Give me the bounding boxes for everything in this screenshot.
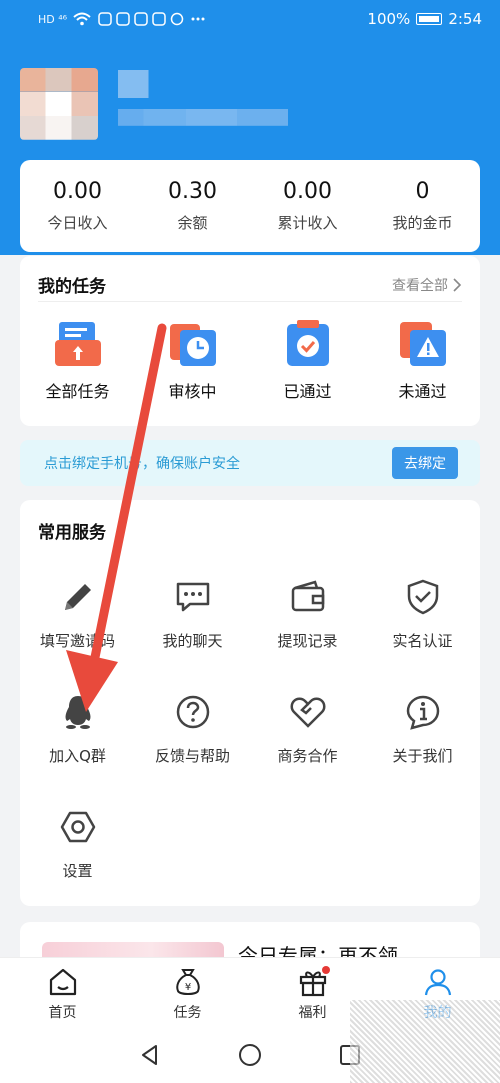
service-label: 我的聊天	[162, 632, 223, 650]
avatar[interactable]	[20, 68, 98, 140]
network-indicator: HD ⁴⁶	[38, 12, 68, 26]
task-label: 全部任务	[45, 382, 110, 401]
tab-tasks[interactable]: ¥ 任务	[125, 958, 250, 1027]
stat-value: 0.30	[168, 179, 217, 204]
task-label: 审核中	[168, 382, 217, 401]
service-real-name[interactable]: 实名认证	[365, 578, 480, 651]
handshake-icon	[290, 697, 325, 728]
bind-phone-banner: 点击绑定手机号，确保账户安全 去绑定	[20, 440, 480, 486]
chevron-right-icon	[453, 277, 462, 292]
clock-time: 2:54	[448, 10, 482, 28]
tasks-title: 我的任务	[38, 277, 106, 297]
app-notification-icons	[98, 12, 205, 26]
home-circle-icon[interactable]	[237, 1042, 263, 1068]
tab-label: 福利	[298, 1005, 327, 1021]
service-join-qq-group[interactable]: 加入Q群	[20, 693, 135, 766]
task-reviewing[interactable]: 审核中	[135, 318, 250, 402]
status-right: 100% 2:54	[367, 10, 482, 28]
question-icon	[176, 695, 209, 729]
view-all-label: 查看全部	[392, 277, 448, 294]
service-settings[interactable]: 设置	[20, 808, 135, 881]
stat-today-income[interactable]: 0.00 今日收入	[20, 160, 135, 252]
penguin-icon	[65, 696, 90, 729]
task-rejected[interactable]: 未通过	[365, 318, 480, 402]
pencil-icon	[64, 584, 91, 610]
service-my-chat[interactable]: 我的聊天	[135, 578, 250, 651]
service-withdraw-records[interactable]: 提现记录	[250, 578, 365, 651]
task-status-row: 全部任务 审核中 已通过 未通过	[20, 318, 480, 402]
service-label: 加入Q群	[49, 747, 106, 765]
stat-label: 余额	[177, 214, 208, 232]
profile-name-blurred	[118, 70, 288, 126]
common-services-card: 常用服务 填写邀请码 我的聊天 提现记录 实名认证 加入Q群 反馈与帮助 商务合…	[20, 500, 480, 906]
task-label: 已通过	[283, 382, 332, 401]
service-about-us[interactable]: 关于我们	[365, 693, 480, 766]
tasks-header: 我的任务 查看全部	[38, 268, 462, 302]
gear-icon	[60, 811, 95, 843]
service-label: 实名认证	[392, 632, 453, 650]
chat-icon	[176, 582, 209, 612]
stat-label: 累计收入	[277, 214, 338, 232]
service-label: 提现记录	[277, 632, 338, 650]
tab-home[interactable]: 首页	[0, 958, 125, 1027]
service-feedback-help[interactable]: 反馈与帮助	[135, 693, 250, 766]
service-invite-code[interactable]: 填写邀请码	[20, 578, 135, 651]
stat-value: 0.00	[283, 179, 332, 204]
tab-label: 任务	[173, 1005, 202, 1021]
back-icon[interactable]	[137, 1042, 163, 1068]
view-all-link[interactable]: 查看全部	[392, 275, 462, 295]
earnings-stats-card: 0.00 今日收入 0.30 余额 0.00 累计收入 0 我的金币	[20, 160, 480, 252]
bind-phone-button[interactable]: 去绑定	[392, 447, 458, 479]
stat-coins[interactable]: 0 我的金币	[365, 160, 480, 252]
info-icon	[406, 695, 439, 730]
svg-text:¥: ¥	[184, 982, 190, 993]
wallet-icon	[291, 580, 324, 612]
check-icon	[286, 320, 329, 366]
stat-label: 我的金币	[392, 214, 453, 232]
bind-phone-text: 点击绑定手机号，确保账户安全	[44, 456, 240, 472]
battery-icon	[416, 13, 443, 25]
task-all[interactable]: 全部任务	[20, 318, 135, 402]
service-label: 设置	[62, 862, 93, 880]
my-tasks-card: 我的任务 查看全部 全部任务 审核中 已通过 未通过	[20, 256, 480, 426]
wifi-icon	[73, 12, 91, 26]
stat-balance[interactable]: 0.30 余额	[135, 160, 250, 252]
tab-label: 首页	[48, 1005, 77, 1021]
home-icon	[49, 968, 76, 996]
stat-total-income[interactable]: 0.00 累计收入	[250, 160, 365, 252]
watermark-noise	[350, 1000, 500, 1083]
notification-dot	[322, 966, 330, 974]
money-bag-icon: ¥	[175, 969, 200, 995]
stat-value: 0	[415, 179, 430, 204]
service-label: 关于我们	[392, 747, 453, 765]
shield-icon	[407, 579, 438, 615]
service-label: 反馈与帮助	[154, 747, 230, 765]
user-icon	[424, 969, 451, 996]
battery-percent: 100%	[367, 10, 411, 28]
services-title: 常用服务	[38, 523, 106, 543]
status-indicators: HD ⁴⁶	[38, 12, 207, 26]
services-grid: 填写邀请码 我的聊天 提现记录 实名认证 加入Q群 反馈与帮助 商务合作 关于我…	[20, 578, 480, 881]
all-tasks-icon	[54, 322, 101, 366]
service-label: 填写邀请码	[39, 632, 115, 650]
warning-icon	[399, 322, 446, 366]
stat-value: 0.00	[53, 179, 102, 204]
status-bar: HD ⁴⁶ 100% 2:54	[0, 0, 500, 38]
service-label: 商务合作	[277, 747, 338, 765]
task-approved[interactable]: 已通过	[250, 318, 365, 402]
service-business[interactable]: 商务合作	[250, 693, 365, 766]
clock-icon	[169, 324, 216, 366]
stat-label: 今日收入	[47, 214, 108, 232]
task-label: 未通过	[398, 382, 447, 401]
